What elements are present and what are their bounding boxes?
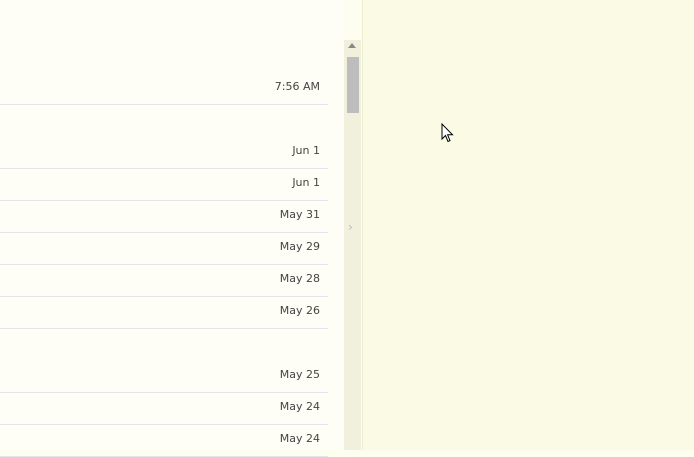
message-time: May 26 (280, 304, 320, 317)
message-time: 7:56 AM (275, 80, 320, 93)
message-row[interactable]: ies?View in browser Update your ...May 2… (0, 232, 328, 265)
message-time: May 24 (280, 432, 320, 445)
scroll-up-arrow-icon[interactable] (348, 43, 356, 48)
message-row[interactable]: Hi Bill, use your coupon before ti...May… (0, 264, 328, 297)
message-row[interactable]: e You DiePlus 7 Things You Neve...May 24 (0, 392, 328, 425)
message-row[interactable]: Has Been ExecutedFunds Transfer...May 24 (0, 424, 328, 457)
mouse-cursor-icon (441, 123, 455, 143)
message-row[interactable]: ner in JunePlus 8 Oldest Universit...Jun… (0, 136, 328, 169)
message-time: May 29 (280, 240, 320, 253)
message-row[interactable]: e markdownsHi Bill, use your co...May 25 (0, 360, 328, 393)
message-row[interactable]: is waiting on youIt looks like yo...May … (0, 200, 328, 233)
scrollbar-thumb[interactable] (347, 57, 359, 113)
scrollbar[interactable] (344, 40, 361, 450)
message-row[interactable]: bill.widmer@yahoo.com Someon...7:56 AM (0, 72, 328, 105)
message-row[interactable]: an HeroOfficer Chad McGowan: ...Jun 1 (0, 168, 328, 201)
message-row[interactable]: 8 Creepiest Places on the Planet | ...Ma… (0, 296, 328, 329)
message-time: May 31 (280, 208, 320, 221)
message-time: Jun 1 (292, 144, 320, 157)
chevron-right-icon[interactable]: › (348, 220, 353, 234)
message-time: May 28 (280, 272, 320, 285)
reading-pane (362, 0, 694, 450)
message-time: May 25 (280, 368, 320, 381)
message-list: bill.widmer@yahoo.com Someon...7:56 AM ne… (0, 0, 343, 450)
message-time: Jun 1 (292, 176, 320, 189)
message-time: May 24 (280, 400, 320, 413)
